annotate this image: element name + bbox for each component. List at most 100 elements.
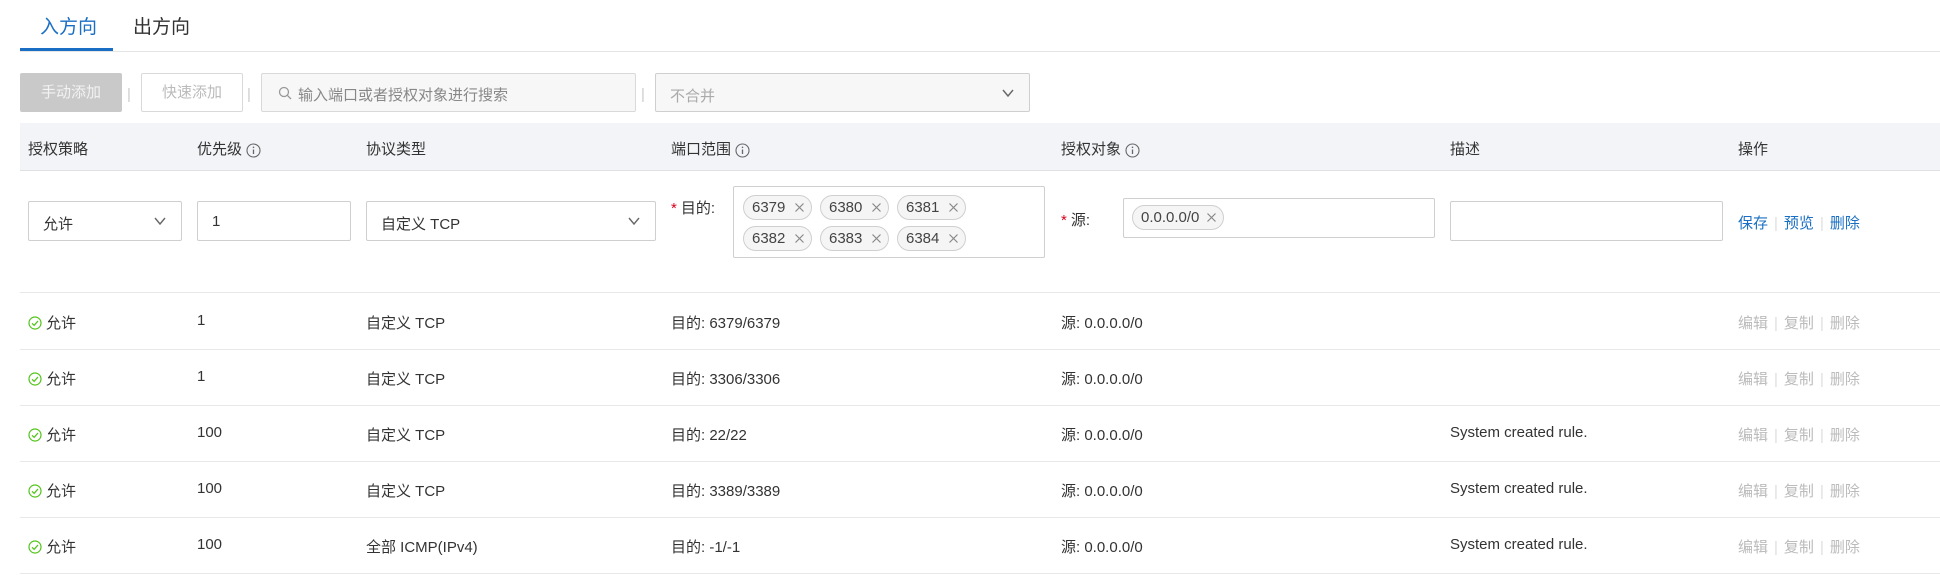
source-cell: 源: 0.0.0.0/0 bbox=[1061, 315, 1143, 332]
row-actions: 编辑 | 复制 | 删除 bbox=[1738, 539, 1860, 556]
check-circle-icon bbox=[28, 540, 42, 554]
toolbar-separator: | bbox=[641, 86, 645, 103]
close-icon[interactable] bbox=[871, 202, 882, 213]
description-cell: System created rule. bbox=[1450, 480, 1588, 497]
edit-link[interactable]: 编辑 bbox=[1738, 539, 1768, 556]
column-header-actions: 操作 bbox=[1738, 141, 1769, 158]
tab-inbound[interactable]: 入方向 bbox=[40, 12, 97, 39]
protocol-cell: 全部 ICMP(IPv4) bbox=[366, 539, 478, 556]
close-icon[interactable] bbox=[948, 233, 959, 244]
port-tag: 6384 bbox=[897, 226, 966, 251]
description-cell: System created rule. bbox=[1450, 536, 1588, 553]
copy-link[interactable]: 复制 bbox=[1784, 539, 1814, 556]
port-field-label: * 目的: bbox=[671, 200, 716, 217]
source-tags-input[interactable]: 0.0.0.0/0 bbox=[1123, 198, 1435, 238]
priority-cell: 1 bbox=[197, 312, 206, 329]
delete-link[interactable]: 删除 bbox=[1830, 215, 1860, 232]
delete-link[interactable]: 删除 bbox=[1830, 427, 1860, 444]
chevron-down-icon bbox=[628, 217, 640, 226]
row-actions: 编辑 | 复制 | 删除 bbox=[1738, 315, 1860, 332]
edit-link[interactable]: 编辑 bbox=[1738, 483, 1768, 500]
check-circle-icon bbox=[28, 372, 42, 386]
column-header-auth-object: 授权对象 bbox=[1061, 138, 1140, 159]
policy-cell: 允许 bbox=[28, 424, 76, 445]
row-actions: 编辑 | 复制 | 删除 bbox=[1738, 427, 1860, 444]
search-input[interactable]: 输入端口或者授权对象进行搜索 bbox=[261, 73, 636, 112]
info-icon[interactable] bbox=[246, 142, 261, 158]
chevron-down-icon bbox=[154, 217, 166, 226]
row-actions: 编辑 | 复制 | 删除 bbox=[1738, 483, 1860, 500]
column-header-port-range: 端口范围 bbox=[671, 138, 750, 159]
info-icon[interactable] bbox=[1125, 142, 1140, 158]
port-tag: 6382 bbox=[743, 226, 812, 251]
protocol-cell: 自定义 TCP bbox=[366, 371, 446, 388]
check-circle-icon bbox=[28, 316, 42, 330]
policy-select[interactable]: 允许 bbox=[28, 201, 182, 241]
row-actions: 编辑 | 复制 | 删除 bbox=[1738, 371, 1860, 388]
toolbar-separator: | bbox=[247, 86, 251, 103]
close-icon[interactable] bbox=[871, 233, 882, 244]
copy-link[interactable]: 复制 bbox=[1784, 427, 1814, 444]
priority-input[interactable] bbox=[197, 201, 351, 241]
priority-cell: 100 bbox=[197, 536, 223, 553]
tab-outbound[interactable]: 出方向 bbox=[133, 12, 190, 39]
table-row: 允许 1 自定义 TCP 目的: 3306/3306 源: 0.0.0.0/0 … bbox=[20, 349, 1940, 406]
protocol-select-value: 自定义 TCP bbox=[381, 216, 461, 233]
port-tag: 6380 bbox=[820, 195, 889, 220]
delete-link[interactable]: 删除 bbox=[1830, 539, 1860, 556]
source-cell: 源: 0.0.0.0/0 bbox=[1061, 427, 1143, 444]
policy-select-value: 允许 bbox=[43, 216, 74, 233]
port-tag: 6381 bbox=[897, 195, 966, 220]
description-input[interactable] bbox=[1450, 201, 1723, 241]
copy-link[interactable]: 复制 bbox=[1784, 315, 1814, 332]
port-range-cell: 目的: 22/22 bbox=[671, 427, 747, 444]
description-cell: System created rule. bbox=[1450, 424, 1588, 441]
edit-link[interactable]: 编辑 bbox=[1738, 315, 1768, 332]
column-header-description: 描述 bbox=[1450, 141, 1481, 158]
port-range-cell: 目的: 6379/6379 bbox=[671, 315, 781, 332]
column-header-policy: 授权策略 bbox=[28, 141, 89, 158]
check-circle-icon bbox=[28, 484, 42, 498]
check-circle-icon bbox=[28, 428, 42, 442]
info-icon[interactable] bbox=[735, 142, 750, 158]
protocol-cell: 自定义 TCP bbox=[366, 427, 446, 444]
merge-select[interactable]: 不合并 bbox=[655, 73, 1030, 112]
policy-cell: 允许 bbox=[28, 312, 76, 333]
close-icon[interactable] bbox=[1206, 212, 1217, 223]
priority-cell: 1 bbox=[197, 368, 206, 385]
quick-add-button[interactable]: 快速添加 bbox=[141, 73, 243, 112]
table-row: 允许 100 自定义 TCP 目的: 3389/3389 源: 0.0.0.0/… bbox=[20, 461, 1940, 518]
save-link[interactable]: 保存 bbox=[1738, 215, 1768, 232]
close-icon[interactable] bbox=[794, 202, 805, 213]
source-cell: 源: 0.0.0.0/0 bbox=[1061, 371, 1143, 388]
port-range-cell: 目的: 3306/3306 bbox=[671, 371, 781, 388]
priority-cell: 100 bbox=[197, 480, 223, 497]
port-tags-input[interactable]: 6379 6380 6381 6382 6383 6384 bbox=[733, 186, 1045, 258]
active-tab-indicator bbox=[20, 48, 113, 51]
edit-row-actions: 保存 | 预览 | 删除 bbox=[1738, 215, 1860, 232]
table-header: 授权策略 优先级 协议类型 端口范围 授权对象 描述 操作 bbox=[20, 123, 1940, 171]
priority-cell: 100 bbox=[197, 424, 223, 441]
protocol-cell: 自定义 TCP bbox=[366, 483, 446, 500]
toolbar-separator: | bbox=[127, 86, 131, 103]
chevron-down-icon bbox=[1002, 89, 1014, 98]
manual-add-button[interactable]: 手动添加 bbox=[20, 73, 122, 112]
close-icon[interactable] bbox=[794, 233, 805, 244]
edit-link[interactable]: 编辑 bbox=[1738, 371, 1768, 388]
delete-link[interactable]: 删除 bbox=[1830, 315, 1860, 332]
copy-link[interactable]: 复制 bbox=[1784, 483, 1814, 500]
policy-cell: 允许 bbox=[28, 536, 76, 557]
close-icon[interactable] bbox=[948, 202, 959, 213]
preview-link[interactable]: 预览 bbox=[1784, 215, 1814, 232]
direction-tabs: 入方向 出方向 bbox=[20, 0, 1940, 52]
delete-link[interactable]: 删除 bbox=[1830, 371, 1860, 388]
port-range-cell: 目的: 3389/3389 bbox=[671, 483, 781, 500]
table-row: 允许 100 全部 ICMP(IPv4) 目的: -1/-1 源: 0.0.0.… bbox=[20, 517, 1940, 574]
table-row: 允许 1 自定义 TCP 目的: 6379/6379 源: 0.0.0.0/0 … bbox=[20, 293, 1940, 350]
delete-link[interactable]: 删除 bbox=[1830, 483, 1860, 500]
copy-link[interactable]: 复制 bbox=[1784, 371, 1814, 388]
protocol-select[interactable]: 自定义 TCP bbox=[366, 201, 656, 241]
edit-link[interactable]: 编辑 bbox=[1738, 427, 1768, 444]
protocol-cell: 自定义 TCP bbox=[366, 315, 446, 332]
edit-rule-row: 允许 自定义 TCP *目的: 6379 6380 6381 6382 6383… bbox=[20, 171, 1940, 293]
